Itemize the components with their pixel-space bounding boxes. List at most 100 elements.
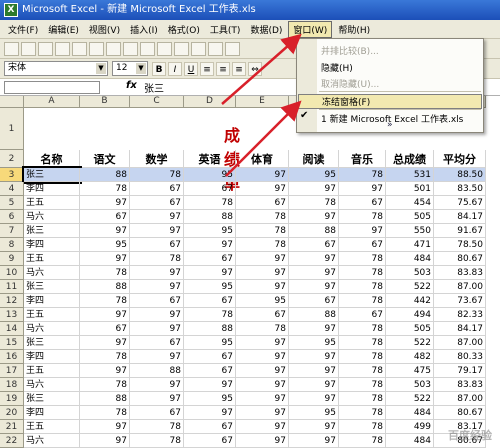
value-cell[interactable]: 87.00 — [434, 392, 486, 406]
value-cell[interactable]: 78 — [339, 420, 386, 434]
value-cell[interactable]: 503 — [386, 378, 434, 392]
value-cell[interactable]: 97 — [236, 406, 289, 420]
menu-view[interactable]: 视图(V) — [85, 22, 124, 37]
row-header[interactable]: 20 — [0, 406, 24, 420]
menu-format[interactable]: 格式(O) — [164, 22, 204, 37]
row-header[interactable]: 22 — [0, 434, 24, 448]
value-cell[interactable]: 78 — [80, 350, 130, 364]
column-title-cell[interactable]: 阅读 — [289, 150, 339, 168]
bold-button[interactable]: B — [152, 61, 166, 76]
name-cell[interactable]: 李四 — [24, 406, 80, 420]
value-cell[interactable]: 83.50 — [434, 182, 486, 196]
value-cell[interactable]: 97 — [339, 182, 386, 196]
value-cell[interactable]: 78 — [236, 238, 289, 252]
value-cell[interactable]: 97 — [289, 182, 339, 196]
name-cell[interactable]: 张三 — [24, 224, 80, 238]
name-cell[interactable]: 王五 — [24, 196, 80, 210]
value-cell[interactable]: 97 — [130, 378, 184, 392]
value-cell[interactable]: 88 — [289, 224, 339, 238]
value-cell[interactable]: 97 — [236, 182, 289, 196]
column-title-cell[interactable]: 平均分 — [434, 150, 486, 168]
row-header[interactable]: 13 — [0, 308, 24, 322]
name-cell[interactable]: 张三 — [24, 392, 80, 406]
value-cell[interactable]: 482 — [386, 350, 434, 364]
value-cell[interactable]: 78 — [80, 378, 130, 392]
name-cell[interactable]: 马六 — [24, 266, 80, 280]
value-cell[interactable]: 88.50 — [434, 168, 486, 182]
row-header[interactable]: 15 — [0, 336, 24, 350]
name-cell[interactable]: 王五 — [24, 364, 80, 378]
value-cell[interactable]: 97 — [80, 434, 130, 448]
value-cell[interactable]: 87.00 — [434, 336, 486, 350]
value-cell[interactable]: 67 — [339, 196, 386, 210]
menu-item-hide[interactable]: 隐藏(H) — [321, 61, 353, 74]
value-cell[interactable]: 82.33 — [434, 308, 486, 322]
value-cell[interactable]: 97 — [80, 252, 130, 266]
align-left-icon[interactable]: ≡ — [200, 61, 214, 76]
value-cell[interactable]: 484 — [386, 252, 434, 266]
value-cell[interactable]: 67 — [130, 196, 184, 210]
value-cell[interactable]: 97 — [184, 406, 236, 420]
value-cell[interactable]: 97 — [130, 392, 184, 406]
value-cell[interactable]: 97 — [236, 350, 289, 364]
value-cell[interactable]: 78 — [339, 406, 386, 420]
name-cell[interactable]: 马六 — [24, 322, 80, 336]
value-cell[interactable]: 454 — [386, 196, 434, 210]
value-cell[interactable]: 78 — [80, 266, 130, 280]
value-cell[interactable]: 78 — [339, 392, 386, 406]
name-cell[interactable]: 张三 — [24, 280, 80, 294]
column-header[interactable]: C — [130, 96, 184, 108]
value-cell[interactable]: 78 — [339, 210, 386, 224]
value-cell[interactable]: 97 — [80, 364, 130, 378]
value-cell[interactable]: 97 — [236, 434, 289, 448]
value-cell[interactable]: 97 — [130, 322, 184, 336]
name-cell[interactable]: 马六 — [24, 378, 80, 392]
name-cell[interactable]: 王五 — [24, 252, 80, 266]
row-header[interactable]: 14 — [0, 322, 24, 336]
value-cell[interactable]: 78 — [339, 350, 386, 364]
menu-window[interactable]: 窗口(W) — [288, 20, 333, 38]
column-title-cell[interactable]: 名称 — [24, 150, 80, 168]
value-cell[interactable]: 84.17 — [434, 210, 486, 224]
value-cell[interactable]: 97 — [289, 364, 339, 378]
value-cell[interactable]: 78 — [130, 252, 184, 266]
column-title-cell[interactable]: 总成绩 — [386, 150, 434, 168]
value-cell[interactable]: 67 — [289, 238, 339, 252]
value-cell[interactable]: 67 — [130, 406, 184, 420]
value-cell[interactable]: 522 — [386, 336, 434, 350]
value-cell[interactable]: 97 — [130, 210, 184, 224]
value-cell[interactable]: 97 — [289, 322, 339, 336]
value-cell[interactable]: 78 — [130, 420, 184, 434]
value-cell[interactable]: 67 — [184, 434, 236, 448]
value-cell[interactable]: 83.83 — [434, 266, 486, 280]
italic-button[interactable]: I — [168, 61, 182, 76]
row-header[interactable]: 19 — [0, 392, 24, 406]
value-cell[interactable]: 67 — [184, 252, 236, 266]
value-cell[interactable]: 67 — [80, 322, 130, 336]
value-cell[interactable]: 88 — [80, 392, 130, 406]
select-all-corner[interactable] — [0, 96, 24, 108]
value-cell[interactable]: 78 — [184, 308, 236, 322]
value-cell[interactable]: 97 — [236, 280, 289, 294]
value-cell[interactable]: 505 — [386, 322, 434, 336]
value-cell[interactable]: 95 — [80, 238, 130, 252]
row-header[interactable]: 10 — [0, 266, 24, 280]
value-cell[interactable]: 88 — [184, 210, 236, 224]
save-icon[interactable] — [38, 41, 53, 56]
value-cell[interactable]: 97 — [80, 336, 130, 350]
value-cell[interactable]: 78 — [289, 196, 339, 210]
value-cell[interactable]: 494 — [386, 308, 434, 322]
name-cell[interactable]: 李四 — [24, 350, 80, 364]
new-icon[interactable] — [4, 41, 19, 56]
value-cell[interactable]: 484 — [386, 406, 434, 420]
value-cell[interactable]: 471 — [386, 238, 434, 252]
name-cell[interactable]: 李四 — [24, 182, 80, 196]
print-icon[interactable] — [72, 41, 87, 56]
value-cell[interactable]: 97 — [236, 378, 289, 392]
value-cell[interactable]: 78 — [339, 336, 386, 350]
value-cell[interactable]: 97 — [236, 168, 289, 182]
menu-edit[interactable]: 编辑(E) — [44, 22, 83, 37]
value-cell[interactable]: 78 — [339, 266, 386, 280]
value-cell[interactable]: 475 — [386, 364, 434, 378]
value-cell[interactable]: 88 — [80, 280, 130, 294]
